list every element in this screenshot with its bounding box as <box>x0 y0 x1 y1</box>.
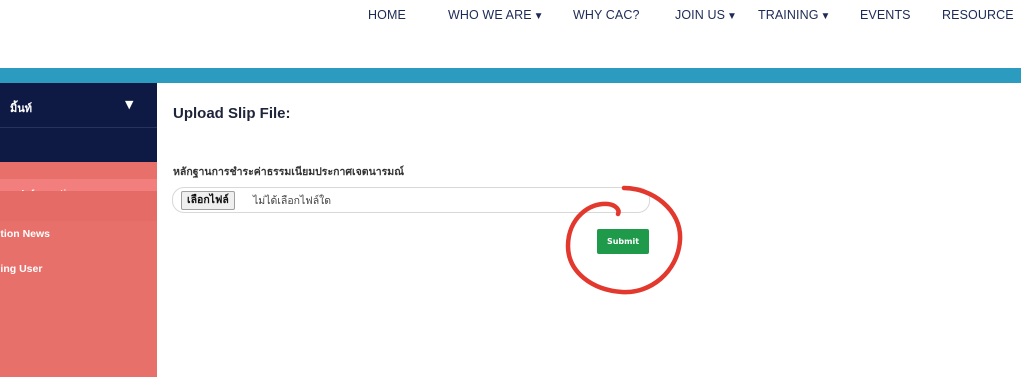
sidebar-item-label: ption News <box>0 228 51 240</box>
nav-join-us[interactable]: JOIN US ▼ <box>675 8 737 22</box>
user-name: มิ้นท์ <box>10 102 33 115</box>
nav-why-cac-label: WHY CAC? <box>573 8 640 22</box>
nav-home[interactable]: HOME <box>368 8 406 22</box>
page-title: Upload Slip File: <box>173 105 291 122</box>
nav-resource[interactable]: RESOURCE <box>942 8 1014 22</box>
nav-resource-label: RESOURCE <box>942 8 1014 22</box>
top-navigation: HOME WHO WE ARE ▼ WHY CAC? JOIN US ▼ TRAIN… <box>0 0 1021 68</box>
sidebar-user-section <box>0 127 157 162</box>
nav-training[interactable]: TRAINING ▼ <box>758 8 831 22</box>
nav-who-we-are-label: WHO WE ARE <box>448 8 532 22</box>
chevron-down-icon: ▼ <box>727 11 738 22</box>
file-status-text: ไม่ได้เลือกไฟล์ใด <box>253 195 332 207</box>
choose-file-button[interactable]: เลือกไฟล์ <box>181 191 235 210</box>
nav-join-us-label: JOIN US <box>675 8 726 22</box>
chevron-down-icon: ▼ <box>125 98 134 111</box>
upload-field-label: หลักฐานการชำระค่าธรรมเนียมประกาศเจตนารมณ… <box>173 166 404 178</box>
nav-training-label: TRAINING <box>758 8 819 22</box>
sidebar: มิ้นท์ ▼ pany Information ption News nin… <box>0 83 157 377</box>
sidebar-item-label: ning User <box>0 263 43 275</box>
sidebar-item-news[interactable]: ption News <box>0 219 157 249</box>
nav-home-label: HOME <box>368 8 406 22</box>
header-accent-bar <box>0 68 1021 83</box>
nav-why-cac[interactable]: WHY CAC? <box>573 8 640 22</box>
chevron-down-icon: ▼ <box>820 11 831 22</box>
user-menu[interactable]: มิ้นท์ ▼ <box>0 83 157 127</box>
nav-events[interactable]: EVENTS <box>860 8 911 22</box>
sidebar-item-shadow <box>0 191 157 221</box>
nav-who-we-are[interactable]: WHO WE ARE ▼ <box>448 8 544 22</box>
nav-events-label: EVENTS <box>860 8 911 22</box>
annotation-circle <box>565 185 683 295</box>
sidebar-item-user[interactable]: ning User <box>0 254 157 284</box>
chevron-down-icon: ▼ <box>533 11 544 22</box>
